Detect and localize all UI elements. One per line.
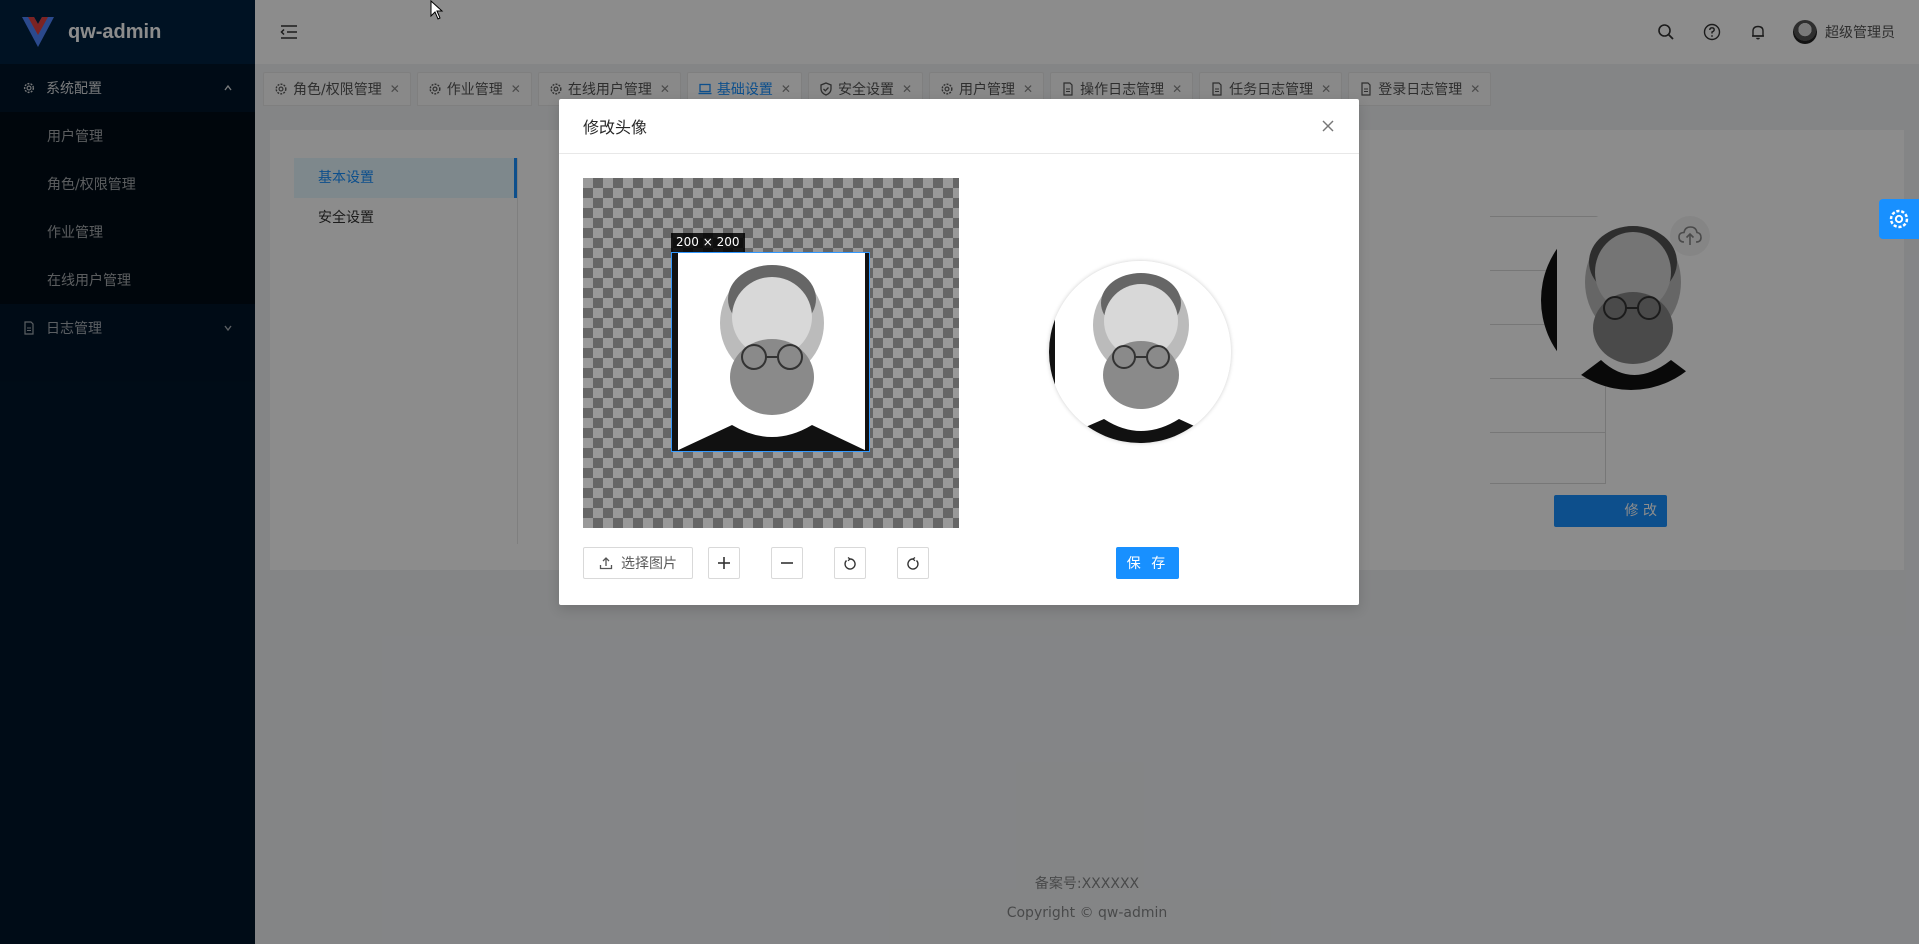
zoom-out-button[interactable] [771,547,803,579]
image-cropper[interactable]: 200 × 200 [583,178,959,528]
rotate-left-button[interactable] [834,547,866,579]
avatar-preview [1049,261,1231,443]
gear-icon [1889,209,1909,229]
choose-image-button[interactable]: 选择图片 [583,547,693,579]
modal-header: 修改头像 [559,99,1359,154]
mouse-cursor-icon [430,0,444,20]
settings-drawer-button[interactable] [1879,199,1919,239]
crop-box[interactable] [671,252,870,452]
modal-title: 修改头像 [583,118,648,137]
minus-icon [781,562,793,564]
choose-image-label: 选择图片 [621,556,677,572]
rotate-left-icon [844,556,856,570]
close-icon[interactable] [1321,119,1335,133]
avatar-modal: 修改头像 200 × 200 选择图片 保 存 [559,99,1359,605]
crop-size-label: 200 × 200 [671,233,745,252]
cropper-toolbar: 选择图片 [583,547,960,579]
save-button[interactable]: 保 存 [1116,547,1179,579]
rotate-right-button[interactable] [897,547,929,579]
plus-icon [718,557,730,569]
zoom-in-button[interactable] [708,547,740,579]
upload-icon [599,556,613,570]
rotate-right-icon [907,556,919,570]
